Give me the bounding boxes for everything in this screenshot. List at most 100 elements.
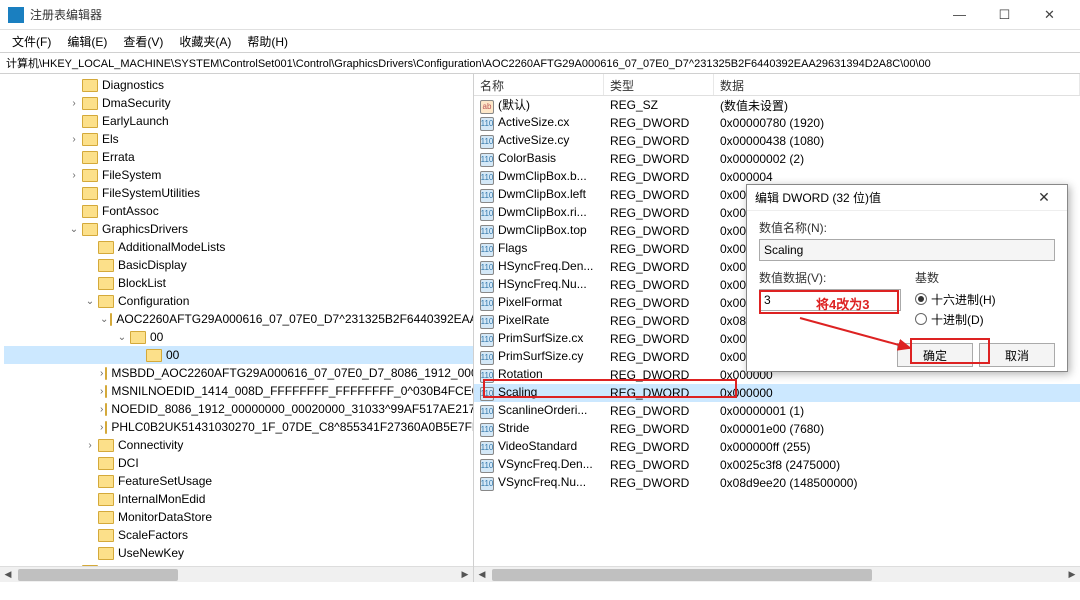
tree-item[interactable]: EarlyLaunch bbox=[4, 112, 473, 130]
tree-label: Configuration bbox=[118, 294, 189, 308]
col-data-header[interactable]: 数据 bbox=[714, 74, 1080, 95]
address-bar[interactable]: 计算机\HKEY_LOCAL_MACHINE\SYSTEM\ControlSet… bbox=[0, 52, 1080, 74]
list-row[interactable]: 110StrideREG_DWORD0x00001e00 (7680) bbox=[474, 420, 1080, 438]
menu-help[interactable]: 帮助(H) bbox=[241, 31, 294, 52]
folder-icon bbox=[82, 169, 98, 182]
menu-file[interactable]: 文件(F) bbox=[6, 31, 57, 52]
list-row[interactable]: 110ScanlineOrderi...REG_DWORD0x00000001 … bbox=[474, 402, 1080, 420]
expander-icon[interactable]: › bbox=[100, 404, 103, 415]
tree-label: BasicDisplay bbox=[118, 258, 187, 272]
tree-item[interactable]: MonitorDataStore bbox=[4, 508, 473, 526]
tree-label: AdditionalModeLists bbox=[118, 240, 225, 254]
tree-scrollbar-h[interactable]: ◀ ▶ bbox=[0, 566, 473, 582]
tree-item[interactable]: 00 bbox=[4, 346, 473, 364]
value-icon: 110 bbox=[480, 441, 494, 455]
tree-item[interactable]: ›Els bbox=[4, 130, 473, 148]
tree-item[interactable]: BlockList bbox=[4, 274, 473, 292]
tree-item[interactable]: ›Connectivity bbox=[4, 436, 473, 454]
value-name-input[interactable] bbox=[759, 239, 1055, 261]
tree-item[interactable]: ⌄00 bbox=[4, 328, 473, 346]
tree-item[interactable]: ›DmaSecurity bbox=[4, 94, 473, 112]
menu-edit[interactable]: 编辑(E) bbox=[61, 31, 113, 52]
value-name: Stride bbox=[498, 421, 529, 435]
maximize-button[interactable]: ☐ bbox=[982, 1, 1027, 29]
tree-item[interactable]: BasicDisplay bbox=[4, 256, 473, 274]
value-name: ColorBasis bbox=[498, 151, 556, 165]
col-type-header[interactable]: 类型 bbox=[604, 74, 714, 95]
tree-item[interactable]: ›MSNILNOEDID_1414_008D_FFFFFFFF_FFFFFFFF… bbox=[4, 382, 473, 400]
expander-icon[interactable]: › bbox=[68, 98, 80, 109]
value-type: REG_DWORD bbox=[604, 116, 714, 130]
folder-icon bbox=[82, 97, 98, 110]
tree-item[interactable]: FeatureSetUsage bbox=[4, 472, 473, 490]
scroll-left-icon[interactable]: ◀ bbox=[0, 567, 16, 582]
close-button[interactable]: ✕ bbox=[1027, 1, 1072, 29]
scrollbar-thumb[interactable] bbox=[18, 569, 178, 581]
value-type: REG_DWORD bbox=[604, 440, 714, 454]
tree-item[interactable]: FontAssoc bbox=[4, 202, 473, 220]
value-data: 0x00000438 (1080) bbox=[714, 134, 1080, 148]
list-row[interactable]: 110VSyncFreq.Den...REG_DWORD0x0025c3f8 (… bbox=[474, 456, 1080, 474]
expander-icon[interactable]: › bbox=[100, 386, 103, 397]
list-row[interactable]: 110ActiveSize.cxREG_DWORD0x00000780 (192… bbox=[474, 114, 1080, 132]
tree-item[interactable]: FileSystemUtilities bbox=[4, 184, 473, 202]
tree-item[interactable]: Diagnostics bbox=[4, 76, 473, 94]
value-data-input[interactable] bbox=[759, 289, 901, 311]
tree-item[interactable]: ⌄ Configuration bbox=[4, 292, 473, 310]
expander-icon[interactable]: › bbox=[100, 368, 103, 379]
minimize-button[interactable]: — bbox=[937, 1, 982, 29]
scroll-right-icon[interactable]: ▶ bbox=[457, 567, 473, 582]
list-row[interactable]: 110ColorBasisREG_DWORD0x00000002 (2) bbox=[474, 150, 1080, 168]
tree-label: NOEDID_8086_1912_00000000_00020000_31033… bbox=[111, 402, 473, 416]
folder-icon bbox=[82, 151, 98, 164]
expander-icon[interactable]: › bbox=[84, 440, 96, 451]
expander-icon[interactable]: ⌄ bbox=[116, 332, 128, 343]
value-name: HSyncFreq.Nu... bbox=[498, 277, 587, 291]
expander-icon[interactable]: › bbox=[68, 170, 80, 181]
value-type: REG_DWORD bbox=[604, 368, 714, 382]
value-type: REG_DWORD bbox=[604, 314, 714, 328]
value-data: 0x000000 bbox=[714, 386, 1080, 400]
list-scrollbar-h[interactable]: ◀ ▶ bbox=[474, 566, 1080, 582]
ok-button[interactable]: 确定 bbox=[897, 343, 973, 367]
expander-icon[interactable]: ⌄ bbox=[84, 296, 96, 307]
tree-item[interactable]: ⌄AOC2260AFTG29A000616_07_07E0_D7^231325B… bbox=[4, 310, 473, 328]
tree-item[interactable]: AdditionalModeLists bbox=[4, 238, 473, 256]
scroll-right-icon[interactable]: ▶ bbox=[1064, 567, 1080, 582]
tree-item[interactable]: › NOEDID_8086_1912_00000000_00020000_3103… bbox=[4, 400, 473, 418]
value-type: REG_DWORD bbox=[604, 350, 714, 364]
value-icon: 110 bbox=[480, 243, 494, 257]
radix-hex-radio[interactable]: 十六进制(H) bbox=[915, 289, 1055, 309]
menu-favorites[interactable]: 收藏夹(A) bbox=[173, 31, 237, 52]
list-row[interactable]: 110ScalingREG_DWORD0x000000 bbox=[474, 384, 1080, 402]
expander-icon[interactable]: ⌄ bbox=[68, 224, 80, 235]
list-row[interactable]: 110VideoStandardREG_DWORD0x000000ff (255… bbox=[474, 438, 1080, 456]
tree-item[interactable]: InternalMonEdid bbox=[4, 490, 473, 508]
tree-item[interactable]: UseNewKey bbox=[4, 544, 473, 562]
scrollbar-thumb[interactable] bbox=[492, 569, 872, 581]
expander-icon[interactable]: › bbox=[68, 134, 80, 145]
tree-item[interactable]: ›FileSystem bbox=[4, 166, 473, 184]
tree-item[interactable]: ScaleFactors bbox=[4, 526, 473, 544]
tree-item[interactable]: ›MSBDD_AOC2260AFTG29A000616_07_07E0_D7_8… bbox=[4, 364, 473, 382]
cancel-button[interactable]: 取消 bbox=[979, 343, 1055, 367]
value-name: HSyncFreq.Den... bbox=[498, 259, 593, 273]
tree-pane[interactable]: Diagnostics›DmaSecurityEarlyLaunch›ElsEr… bbox=[0, 74, 474, 582]
tree-item[interactable]: Errata bbox=[4, 148, 473, 166]
tree-item[interactable]: ⌄GraphicsDrivers bbox=[4, 220, 473, 238]
radix-dec-radio[interactable]: 十进制(D) bbox=[915, 309, 1055, 329]
list-row[interactable]: 110VSyncFreq.Nu...REG_DWORD0x08d9ee20 (1… bbox=[474, 474, 1080, 492]
list-row[interactable]: 110ActiveSize.cyREG_DWORD0x00000438 (108… bbox=[474, 132, 1080, 150]
tree-item[interactable]: DCI bbox=[4, 454, 473, 472]
radix-label: 基数 bbox=[915, 269, 1055, 286]
dialog-close-icon[interactable]: ✕ bbox=[1029, 189, 1059, 206]
folder-icon bbox=[98, 277, 114, 290]
expander-icon[interactable]: › bbox=[100, 422, 103, 433]
scroll-left-icon[interactable]: ◀ bbox=[474, 567, 490, 582]
menu-view[interactable]: 查看(V) bbox=[117, 31, 169, 52]
value-name: PrimSurfSize.cy bbox=[498, 349, 583, 363]
expander-icon[interactable]: ⌄ bbox=[100, 314, 108, 325]
list-row[interactable]: ab(默认)REG_SZ(数值未设置) bbox=[474, 96, 1080, 114]
col-name-header[interactable]: 名称 bbox=[474, 74, 604, 95]
tree-item[interactable]: ›PHLC0B2UK51431030270_1F_07DE_C8^855341F… bbox=[4, 418, 473, 436]
